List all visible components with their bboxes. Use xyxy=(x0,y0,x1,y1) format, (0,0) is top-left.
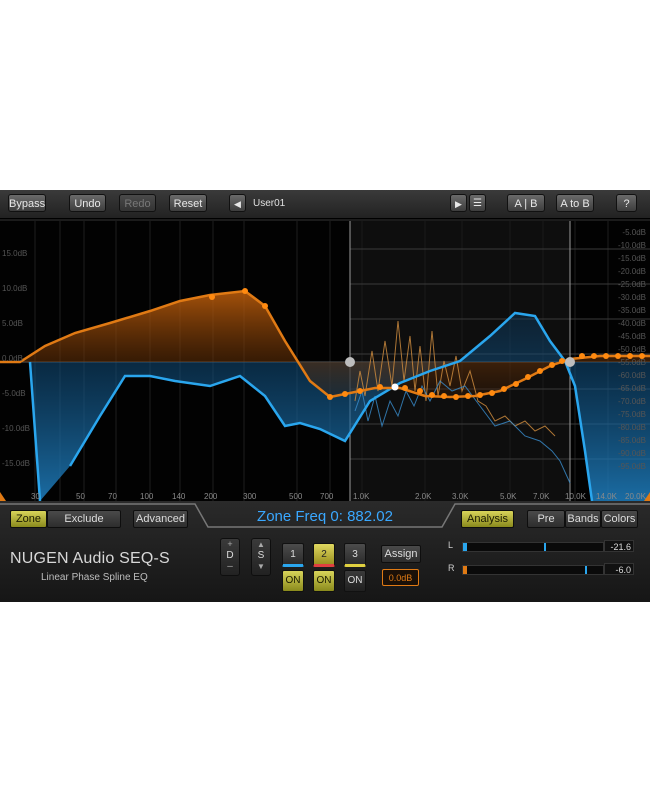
level-label: -5.0dB xyxy=(622,228,646,237)
level-label: -15.0dB xyxy=(617,254,646,263)
colors-button[interactable]: Colors xyxy=(601,510,638,528)
freq-label: 140 xyxy=(172,492,186,501)
freq-label: 2.0K xyxy=(415,492,432,501)
pre-button[interactable]: Pre xyxy=(527,510,565,528)
level-label: -40.0dB xyxy=(617,319,646,328)
assign-button[interactable]: Assign xyxy=(381,545,421,563)
left-meter-peak xyxy=(544,543,546,551)
right-meter-peak xyxy=(585,566,587,574)
freq-label: 7.0K xyxy=(533,492,550,501)
db-label: -15.0dB xyxy=(2,459,31,468)
band-3-button[interactable]: 3 xyxy=(344,543,366,567)
level-label: -35.0dB xyxy=(617,306,646,315)
meter-l-label: L xyxy=(448,540,454,550)
preset-next-icon[interactable]: ▶ xyxy=(450,194,467,212)
zone-left-handle[interactable] xyxy=(345,357,355,367)
freq-label: 20.0K xyxy=(625,492,646,501)
plus-icon: + xyxy=(227,539,233,549)
band-2-on-toggle[interactable]: ON xyxy=(313,570,335,592)
freq-label: 700 xyxy=(320,492,334,501)
help-button[interactable]: ? xyxy=(616,194,637,212)
ab-compare-button[interactable]: A | B xyxy=(507,194,545,212)
minus-icon: – xyxy=(227,561,233,572)
band-1-on-toggle[interactable]: ON xyxy=(282,570,304,592)
reset-button[interactable]: Reset xyxy=(169,194,207,212)
freq-label: 3.0K xyxy=(452,492,469,501)
level-label: -30.0dB xyxy=(617,293,646,302)
freq-label: 100 xyxy=(140,492,154,501)
low-edge-marker xyxy=(0,492,6,501)
zone-right-handle[interactable] xyxy=(565,357,575,367)
db-label: 15.0dB xyxy=(2,249,28,258)
freq-label: 70 xyxy=(108,492,117,501)
assign-gain-value[interactable]: 0.0dB xyxy=(382,569,419,586)
s-toggle-label: S xyxy=(257,550,265,561)
band-3-on-toggle[interactable]: ON xyxy=(344,570,366,592)
level-label: -55.0dB xyxy=(617,358,646,367)
analysis-button[interactable]: Analysis xyxy=(461,510,514,528)
level-label: -75.0dB xyxy=(617,410,646,419)
right-meter-value: -6.0 xyxy=(604,563,634,575)
freq-label: 5.0K xyxy=(500,492,517,501)
d-toggle-label: D xyxy=(226,550,234,561)
bypass-button[interactable]: Bypass xyxy=(8,194,46,212)
left-channel-meter xyxy=(462,542,604,552)
preset-prev-icon[interactable]: ◀ xyxy=(229,194,246,212)
left-meter-fill xyxy=(463,543,467,551)
meter-r-label: R xyxy=(448,563,455,573)
freq-label: 50 xyxy=(76,492,85,501)
preset-list-icon[interactable]: ☰ xyxy=(469,194,486,212)
preset-name: User01 xyxy=(253,198,286,209)
redo-button[interactable]: Redo xyxy=(119,194,156,212)
level-label: -50.0dB xyxy=(617,345,646,354)
freq-label: 14.0K xyxy=(596,492,617,501)
selected-node[interactable] xyxy=(391,383,399,391)
level-label: -25.0dB xyxy=(617,280,646,289)
level-label: -80.0dB xyxy=(617,423,646,432)
undo-button[interactable]: Undo xyxy=(69,194,106,212)
zone-frequency-readout: Zone Freq 0: 882.02 xyxy=(257,508,393,525)
advanced-button[interactable]: Advanced xyxy=(133,510,188,528)
db-label: 0.0dB xyxy=(2,354,23,363)
freq-label: 1.0K xyxy=(353,492,370,501)
freq-label: 10.0K xyxy=(565,492,586,501)
level-label: -45.0dB xyxy=(617,332,646,341)
exclude-button[interactable]: Exclude xyxy=(47,510,121,528)
product-subtitle: Linear Phase Spline EQ xyxy=(41,572,148,583)
db-label: -5.0dB xyxy=(2,389,26,398)
left-meter-value: -21.6 xyxy=(604,540,634,552)
band-2-button[interactable]: 2 xyxy=(313,543,335,567)
freq-label: 30 xyxy=(31,492,40,501)
down-arrow-icon: ▼ xyxy=(257,562,265,571)
s-toggle[interactable]: ▲ S ▼ xyxy=(251,538,271,576)
level-label: -60.0dB xyxy=(617,371,646,380)
level-label: -65.0dB xyxy=(617,384,646,393)
d-toggle[interactable]: + D – xyxy=(220,538,240,576)
up-arrow-icon: ▲ xyxy=(257,540,265,549)
eq-graph-svg[interactable] xyxy=(0,221,650,501)
db-label: 5.0dB xyxy=(2,319,23,328)
level-label: -20.0dB xyxy=(617,267,646,276)
level-label: -90.0dB xyxy=(617,449,646,458)
bands-button[interactable]: Bands xyxy=(565,510,601,528)
freq-label: 300 xyxy=(243,492,257,501)
level-label: -70.0dB xyxy=(617,397,646,406)
db-label: -10.0dB xyxy=(2,424,31,433)
level-label: -10.0dB xyxy=(617,241,646,250)
freq-label: 200 xyxy=(204,492,218,501)
zone-button[interactable]: Zone xyxy=(10,510,47,528)
level-label: -95.0dB xyxy=(617,462,646,471)
db-label: 10.0dB xyxy=(2,284,28,293)
top-toolbar: Bypass Undo Redo Reset ◀ User01 ▶ ☰ A | … xyxy=(0,190,650,219)
product-logo-text: NUGEN Audio SEQ-S xyxy=(10,550,170,567)
right-meter-fill xyxy=(463,566,467,574)
freq-label: 500 xyxy=(289,492,303,501)
level-label: -85.0dB xyxy=(617,436,646,445)
eq-graph-display[interactable]: 15.0dB 10.0dB 5.0dB 0.0dB -5.0dB -10.0dB… xyxy=(0,221,650,501)
right-channel-meter xyxy=(462,565,604,575)
band-1-button[interactable]: 1 xyxy=(282,543,304,567)
bottom-control-panel: Zone Exclude Advanced Zone Freq 0: 882.0… xyxy=(0,501,650,602)
a-to-b-button[interactable]: A to B xyxy=(556,194,594,212)
seq-s-plugin-window: Bypass Undo Redo Reset ◀ User01 ▶ ☰ A | … xyxy=(0,190,650,602)
